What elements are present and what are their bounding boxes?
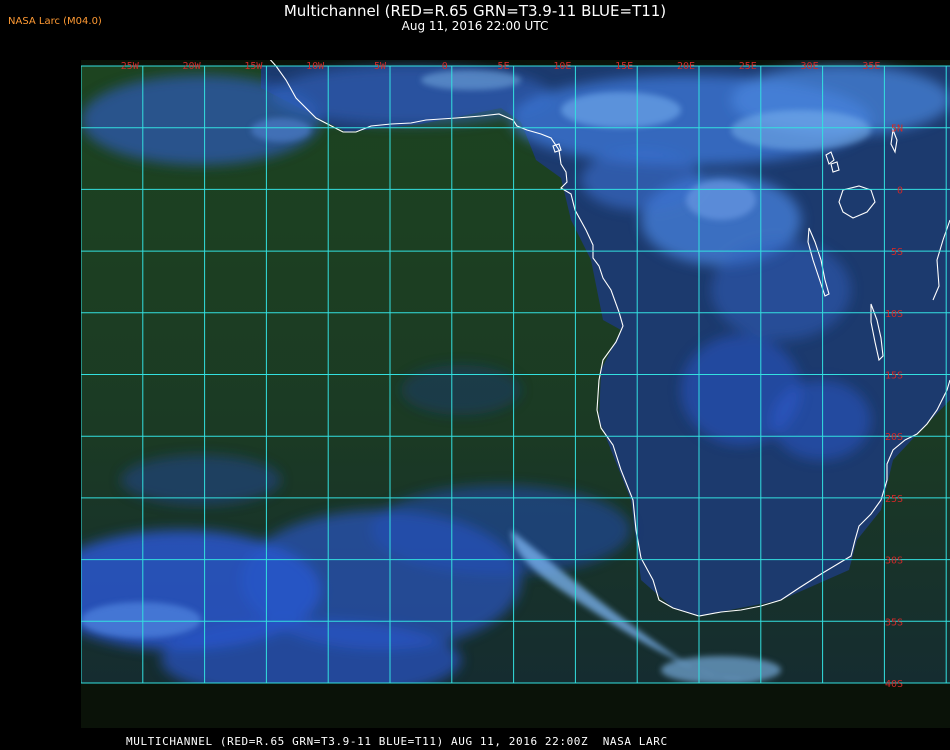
latitude-label: 10S bbox=[885, 309, 903, 320]
footer-caption: MULTICHANNEL (RED=R.65 GRN=T3.9-11 BLUE=… bbox=[126, 735, 668, 748]
longitude-label: 5W bbox=[374, 61, 387, 72]
latitude-label: 25S bbox=[885, 494, 903, 505]
image-title: Multichannel (RED=R.65 GRN=T3.9-11 BLUE=… bbox=[283, 2, 667, 20]
longitude-label: 35E bbox=[862, 61, 880, 72]
longitude-label: 20W bbox=[183, 61, 202, 72]
longitude-label: 10W bbox=[306, 61, 325, 72]
latitude-label: 35S bbox=[885, 617, 903, 628]
longitude-label: 10E bbox=[553, 61, 571, 72]
latitude-label: 0 bbox=[897, 185, 903, 196]
image-timestamp: Aug 11, 2016 22:00 UTC bbox=[401, 19, 549, 33]
longitude-label: 15E bbox=[615, 61, 633, 72]
latitude-label: 5S bbox=[891, 247, 903, 258]
longitude-label: 25W bbox=[121, 61, 140, 72]
latitude-label: 20S bbox=[885, 432, 903, 443]
latitude-label: 30S bbox=[885, 556, 903, 567]
satellite-image: 25W 20W 15W 10W 5W 0 5E 10E 15E 20E 25E 30E 35E 5N 0 5S… bbox=[81, 60, 950, 728]
no-data-area bbox=[81, 683, 950, 728]
longitude-label: 5E bbox=[498, 61, 510, 72]
longitude-label: 20E bbox=[677, 61, 695, 72]
latitude-label: 5N bbox=[891, 124, 903, 135]
longitude-label: 0 bbox=[442, 61, 448, 72]
longitude-label: 30E bbox=[801, 61, 819, 72]
longitude-label: 25E bbox=[739, 61, 757, 72]
latitude-label: 40S bbox=[885, 679, 903, 690]
longitude-label: 15W bbox=[244, 61, 263, 72]
latitude-label: 15S bbox=[885, 371, 903, 382]
satellite-map: 25W 20W 15W 10W 5W 0 5E 10E 15E 20E 25E 30E 35E 5N 0 5S… bbox=[81, 60, 950, 728]
